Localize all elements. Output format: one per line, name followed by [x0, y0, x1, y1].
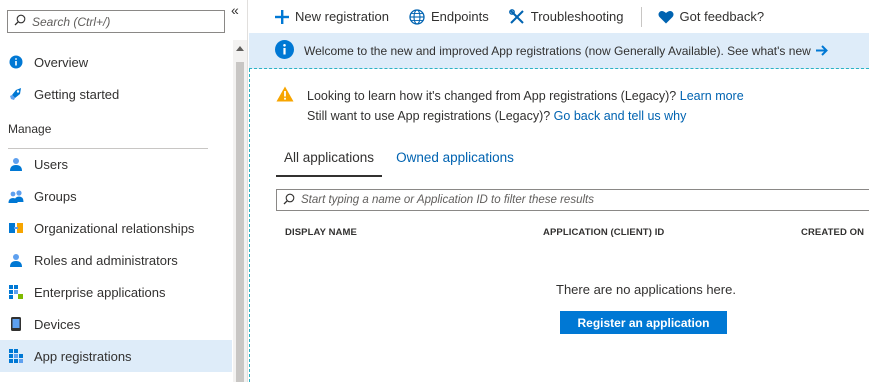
device-icon — [8, 316, 24, 332]
toolbar-separator — [640, 6, 642, 27]
sidebar-item-label: Overview — [34, 54, 89, 70]
empty-state-message: There are no applications here. — [556, 282, 736, 297]
sidebar-item-label: Users — [34, 156, 68, 172]
sidebar-item-roles-and-administrators[interactable]: Roles and administrators — [0, 244, 232, 276]
notice-line-1: Looking to learn how it's changed from A… — [307, 86, 744, 106]
scroll-up-arrow-icon[interactable] — [236, 46, 244, 51]
roles-icon — [8, 252, 24, 268]
globe-icon — [409, 8, 425, 25]
sidebar-item-label: Devices — [34, 316, 81, 332]
content-pane-border — [249, 69, 250, 382]
arrow-right-icon[interactable] — [815, 45, 828, 56]
new-registration-label: New registration — [295, 9, 389, 24]
troubleshooting-label: Troubleshooting — [530, 9, 624, 24]
go-back-link[interactable]: Go back and tell us why — [554, 109, 687, 123]
sidebar-item-enterprise-applications[interactable]: Enterprise applications — [0, 276, 232, 308]
sidebar-item-label: Roles and administrators — [34, 252, 178, 268]
troubleshooting-button[interactable]: Troubleshooting — [508, 8, 624, 25]
sidebar-item-devices[interactable]: Devices — [0, 308, 232, 340]
scrollbar-thumb[interactable] — [236, 62, 244, 382]
info-banner[interactable]: Welcome to the new and improved App regi… — [249, 33, 869, 69]
filter-box[interactable] — [276, 189, 869, 211]
heart-icon — [658, 10, 674, 24]
filter-input[interactable] — [301, 194, 861, 206]
column-header-created-on[interactable]: CREATED ON — [801, 227, 864, 238]
info-icon — [8, 54, 24, 70]
legacy-notice: Looking to learn how it's changed from A… — [276, 86, 744, 126]
endpoints-button[interactable]: Endpoints — [409, 8, 489, 25]
column-header-application-id[interactable]: APPLICATION (CLIENT) ID — [543, 227, 664, 238]
sidebar-search[interactable] — [7, 10, 225, 33]
sidebar-nav: Overview Getting started Manage Users Gr… — [0, 46, 232, 372]
search-icon — [14, 14, 26, 29]
section-divider — [8, 148, 208, 149]
enterprise-apps-icon — [8, 284, 24, 300]
sidebar-item-getting-started[interactable]: Getting started — [0, 78, 232, 110]
sidebar-search-input[interactable] — [32, 14, 222, 29]
new-registration-button[interactable]: New registration — [275, 9, 389, 24]
sidebar-item-app-registrations[interactable]: App registrations — [0, 340, 232, 372]
sidebar-item-users[interactable]: Users — [0, 148, 232, 180]
sidebar-item-overview[interactable]: Overview — [0, 46, 232, 78]
plus-icon — [275, 9, 289, 24]
feedback-button[interactable]: Got feedback? — [658, 9, 765, 24]
notice-line-2-text: Still want to use App registrations (Leg… — [307, 109, 551, 123]
notice-line-2: Still want to use App registrations (Leg… — [307, 106, 744, 126]
sidebar-scrollbar[interactable] — [233, 40, 247, 382]
org-relationships-icon — [8, 220, 24, 236]
sidebar-item-label: Enterprise applications — [34, 284, 166, 300]
learn-more-link[interactable]: Learn more — [680, 89, 744, 103]
command-bar: New registration Endpoints Troubleshooti… — [249, 0, 869, 33]
tab-all-applications[interactable]: All applications — [276, 150, 383, 177]
wrench-screwdriver-icon — [508, 8, 525, 25]
group-icon — [8, 188, 24, 204]
sidebar: « Overview Getting started Manage Users — [0, 0, 248, 382]
sidebar-item-label: Organizational relationships — [34, 220, 195, 236]
sidebar-item-organizational-relationships[interactable]: Organizational relationships — [0, 212, 232, 244]
search-icon — [283, 193, 295, 208]
application-tabs: All applications Owned applications — [276, 150, 528, 177]
banner-text: Welcome to the new and improved App regi… — [304, 43, 811, 58]
sidebar-item-groups[interactable]: Groups — [0, 180, 232, 212]
collapse-sidebar-button[interactable]: « — [231, 2, 239, 18]
user-icon — [8, 156, 24, 172]
endpoints-label: Endpoints — [430, 9, 489, 24]
notice-text: Looking to learn how it's changed from A… — [307, 86, 744, 126]
sidebar-item-label: Getting started — [34, 86, 120, 102]
info-icon — [275, 39, 294, 62]
rocket-icon — [8, 86, 24, 102]
tab-owned-applications[interactable]: Owned applications — [388, 150, 522, 174]
feedback-label: Got feedback? — [679, 9, 765, 24]
notice-line-1-text: Looking to learn how it's changed from A… — [307, 89, 677, 103]
app-registrations-icon — [8, 348, 24, 364]
register-application-button[interactable]: Register an application — [560, 311, 727, 334]
column-header-display-name[interactable]: DISPLAY NAME — [285, 227, 357, 238]
sidebar-item-label: App registrations — [34, 348, 132, 364]
section-header-manage: Manage — [8, 122, 52, 136]
warning-icon — [276, 86, 294, 126]
sidebar-item-label: Groups — [34, 188, 77, 204]
